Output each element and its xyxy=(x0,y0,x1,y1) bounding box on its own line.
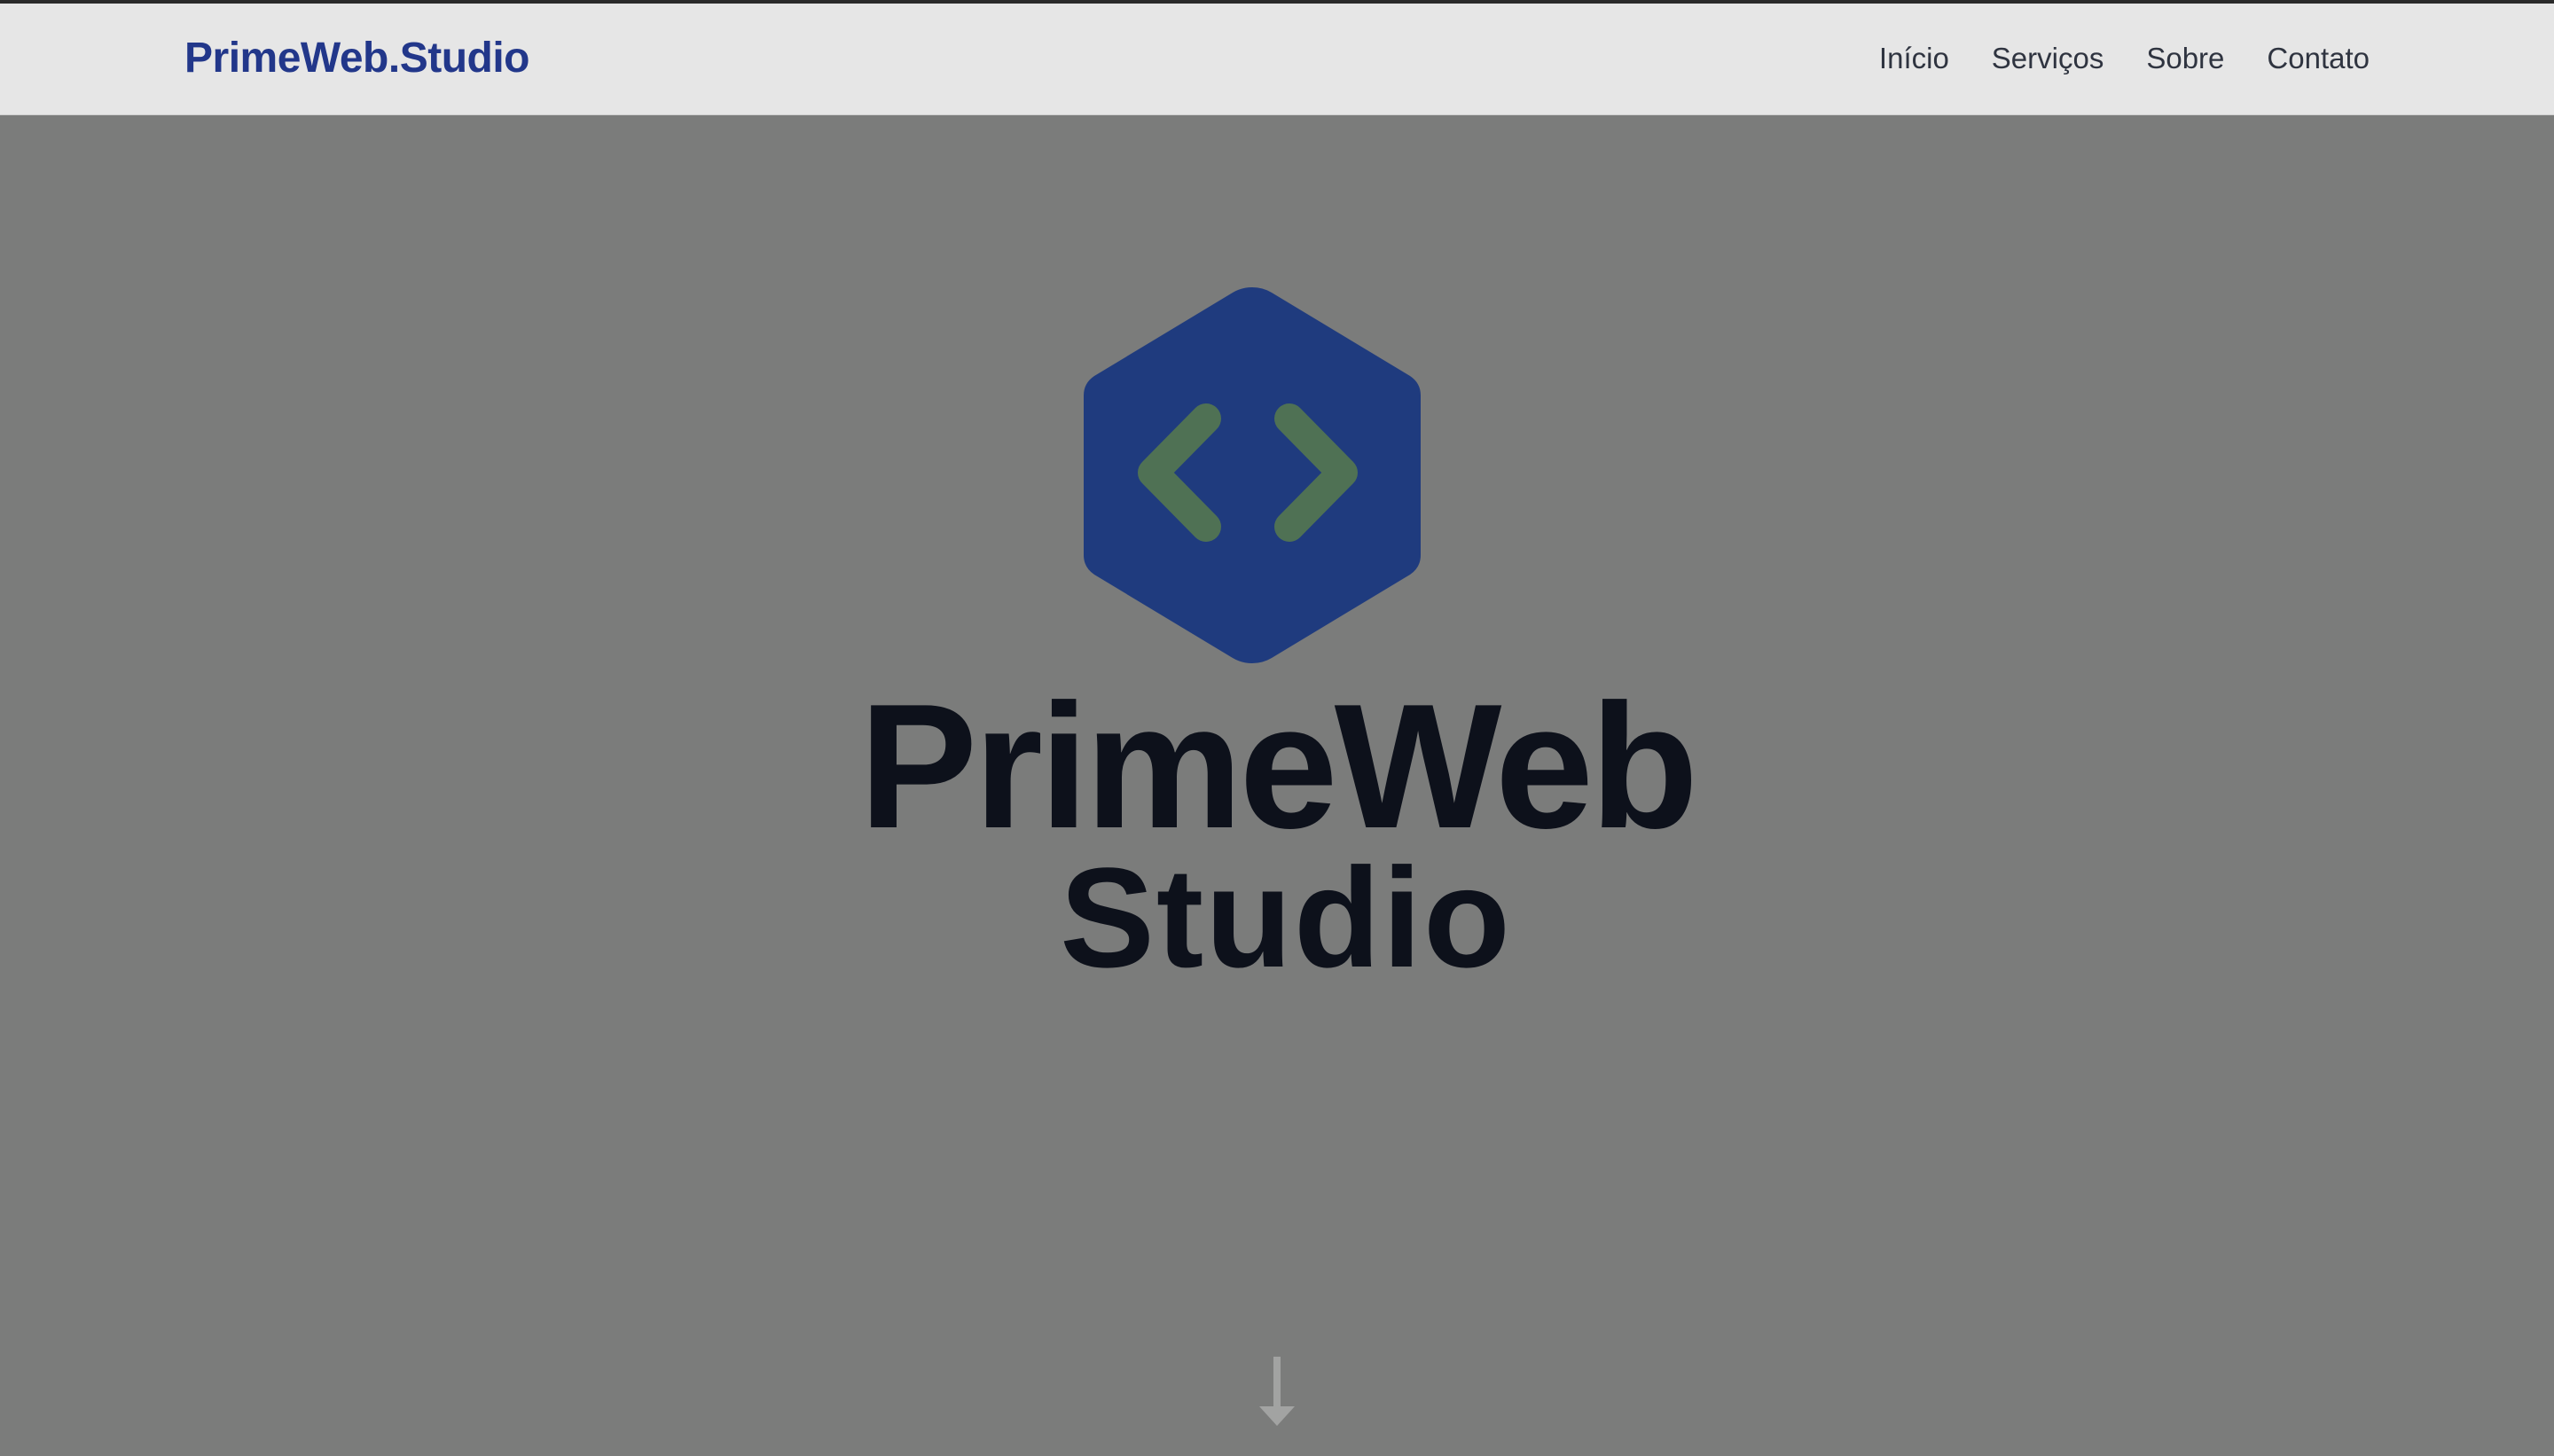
logo-wordmark-studio: Studio xyxy=(1060,838,1512,997)
nav-menu: Início Serviços Sobre Contato xyxy=(1879,30,2370,87)
nav-link-sobre[interactable]: Sobre xyxy=(2146,30,2224,87)
code-brackets-hexagon-icon xyxy=(1084,287,1421,663)
navbar: PrimeWeb.Studio Início Serviços Sobre Co… xyxy=(0,4,2554,115)
logo-wordmark: PrimeWeb Studio xyxy=(0,668,2554,997)
brand-logo-link[interactable]: PrimeWeb.Studio xyxy=(184,30,530,87)
nav-link-servicos[interactable]: Serviços xyxy=(1992,30,2104,87)
nav-link-inicio[interactable]: Início xyxy=(1879,30,1949,87)
hexagon-shape xyxy=(1084,287,1421,663)
logo-wordmark-primeweb: PrimeWeb xyxy=(858,668,1698,865)
arrow-down-icon[interactable] xyxy=(1256,1357,1298,1428)
nav-link-contato[interactable]: Contato xyxy=(2267,30,2370,87)
